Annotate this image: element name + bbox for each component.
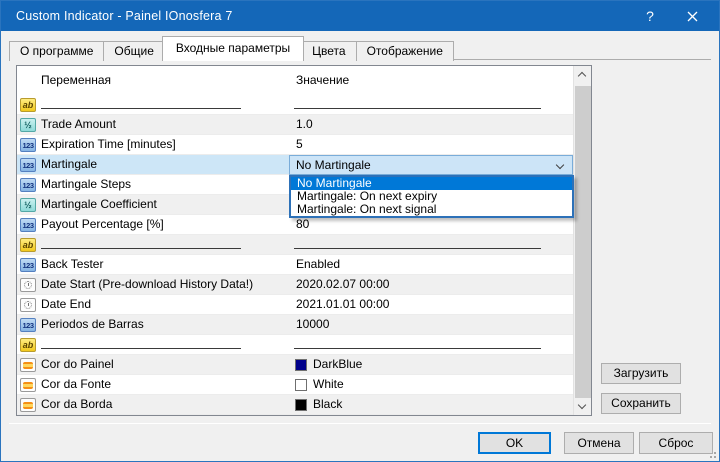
param-value[interactable]: 1.0	[296, 115, 313, 134]
param-row[interactable]: 123 Periodos de Barras 10000	[17, 315, 573, 335]
int-param-icon: 123	[20, 158, 36, 172]
bottom-separator	[9, 423, 711, 424]
dropdown-item[interactable]: No Martingale	[291, 177, 572, 190]
string-param-icon: ab	[20, 238, 36, 252]
load-button[interactable]: Загрузить	[601, 363, 681, 384]
param-name: Cor da Fonte	[41, 375, 111, 394]
scroll-down-button[interactable]	[574, 398, 591, 415]
param-row[interactable]: Date End 2021.01.01 00:00	[17, 295, 573, 315]
empty-value-field[interactable]	[294, 108, 541, 109]
int-param-icon: 123	[20, 178, 36, 192]
combobox-value: No Martingale	[296, 156, 371, 175]
tab-visualization[interactable]: Отображение	[356, 41, 454, 61]
scroll-up-button[interactable]	[574, 66, 591, 83]
param-name: Trade Amount	[41, 115, 116, 134]
color-param-icon	[20, 358, 36, 372]
empty-string-field[interactable]	[41, 348, 241, 349]
datetime-param-icon	[20, 298, 36, 312]
window-title: Custom Indicator - Painel IOnosfera 7	[1, 9, 233, 23]
string-param-icon: ab	[20, 98, 36, 112]
empty-string-field[interactable]	[41, 108, 241, 109]
param-row[interactable]: 123 Back Tester Enabled	[17, 255, 573, 275]
int-param-icon: 123	[20, 218, 36, 232]
tab-about[interactable]: О программе	[9, 41, 104, 61]
dropdown-item[interactable]: Martingale: On next signal	[291, 203, 572, 216]
dropdown-item[interactable]: Martingale: On next expiry	[291, 190, 572, 203]
color-param-icon	[20, 378, 36, 392]
scrollbar-thumb[interactable]	[575, 86, 591, 398]
color-swatch	[295, 359, 307, 371]
param-row[interactable]: 123 Expiration Time [minutes] 5	[17, 135, 573, 155]
double-param-icon: ½	[20, 198, 36, 212]
param-row[interactable]: 123Payout Percentage [%]80	[17, 215, 573, 235]
param-name: Martingale	[41, 155, 97, 174]
param-rows: ab ½ Trade Amount 1.0 123 Expiration Time [mi…	[17, 95, 573, 415]
close-button[interactable]	[675, 1, 709, 31]
color-swatch	[295, 399, 307, 411]
empty-string-field[interactable]	[41, 248, 241, 249]
tab-strip: О программе Общие Входные параметры Цвет…	[9, 37, 453, 61]
empty-value-field[interactable]	[294, 248, 541, 249]
color-swatch	[295, 379, 307, 391]
param-value[interactable]: 10000	[296, 315, 329, 334]
param-row[interactable]: Cor da Fonte White	[17, 375, 573, 395]
reset-button[interactable]: Сброс	[639, 432, 713, 454]
param-row[interactable]: Date Start (Pre-download History Data!) 2…	[17, 275, 573, 295]
param-value[interactable]: 5	[296, 135, 303, 154]
param-value[interactable]: DarkBlue	[313, 355, 362, 374]
param-row[interactable]: ab	[17, 335, 573, 355]
param-row[interactable]: Cor do Painel DarkBlue	[17, 355, 573, 375]
param-value[interactable]: Black	[313, 395, 342, 414]
color-param-icon	[20, 398, 36, 412]
close-icon	[687, 11, 698, 22]
help-button[interactable]: ?	[633, 1, 667, 31]
empty-value-field[interactable]	[294, 348, 541, 349]
param-name: Date End	[41, 295, 91, 314]
param-row[interactable]: Cor da Borda Black	[17, 395, 573, 415]
indicator-dialog: Custom Indicator - Painel IOnosfera 7 ? …	[0, 0, 720, 462]
param-name: Payout Percentage [%]	[41, 215, 164, 234]
vertical-scrollbar[interactable]	[573, 66, 591, 415]
datetime-param-icon	[20, 278, 36, 292]
param-value[interactable]: 2020.02.07 00:00	[296, 275, 389, 294]
table-header: Переменная Значение	[17, 66, 573, 95]
param-name: Martingale Coefficient	[41, 195, 157, 214]
help-icon: ?	[646, 8, 654, 24]
ok-button[interactable]: OK	[478, 432, 551, 454]
param-row[interactable]: 123 Martingale No Martingale	[17, 155, 573, 175]
param-row[interactable]: ½ Trade Amount 1.0	[17, 115, 573, 135]
param-name: Periodos de Barras	[41, 315, 144, 334]
martingale-dropdown-list: No Martingale Martingale: On next expiry…	[289, 175, 574, 218]
string-param-icon: ab	[20, 338, 36, 352]
param-name: Cor da Borda	[41, 395, 112, 414]
param-name: Martingale Steps	[41, 175, 131, 194]
chevron-down-icon	[556, 161, 564, 169]
param-value[interactable]: Enabled	[296, 255, 340, 274]
column-header-value: Значение	[289, 66, 573, 95]
param-value[interactable]: 2021.01.01 00:00	[296, 295, 389, 314]
chevron-up-icon	[578, 72, 586, 80]
param-row[interactable]: ab	[17, 235, 573, 255]
resize-grip-icon[interactable]	[707, 449, 716, 458]
int-param-icon: 123	[20, 258, 36, 272]
martingale-combobox[interactable]: No Martingale	[289, 155, 573, 175]
param-name: Back Tester	[41, 255, 103, 274]
param-value[interactable]: White	[313, 375, 344, 394]
tab-colors[interactable]: Цвета	[301, 41, 356, 61]
tab-inputs[interactable]: Входные параметры	[162, 36, 304, 61]
int-param-icon: 123	[20, 138, 36, 152]
int-param-icon: 123	[20, 318, 36, 332]
save-button[interactable]: Сохранить	[601, 393, 681, 414]
chevron-down-icon	[578, 401, 586, 409]
cancel-button[interactable]: Отмена	[564, 432, 634, 454]
column-header-variable: Переменная	[17, 66, 289, 95]
title-bar: Custom Indicator - Painel IOnosfera 7 ?	[1, 1, 719, 31]
tab-common[interactable]: Общие	[103, 41, 164, 61]
param-row[interactable]: ab	[17, 95, 573, 115]
param-name: Date Start (Pre-download History Data!)	[41, 275, 253, 294]
double-param-icon: ½	[20, 118, 36, 132]
parameters-table: Переменная Значение ab½Trade Amount1.012…	[16, 65, 592, 416]
param-name: Expiration Time [minutes]	[41, 135, 176, 154]
param-name: Cor do Painel	[41, 355, 114, 374]
